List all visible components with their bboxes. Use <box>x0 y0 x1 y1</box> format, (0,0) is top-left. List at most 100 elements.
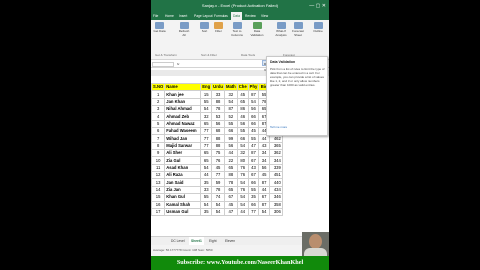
table-cell[interactable]: 33 <box>200 185 213 195</box>
table-cell[interactable]: 54 <box>236 178 249 187</box>
table-cell[interactable]: 22 <box>223 156 238 165</box>
table-cell[interactable]: 7 <box>151 134 166 143</box>
tab-formulas[interactable]: Formulas <box>214 12 228 20</box>
tab-insert[interactable]: Insert <box>179 12 187 20</box>
table-cell[interactable]: Ali Raza <box>164 171 202 180</box>
table-cell[interactable]: 33 <box>211 90 225 99</box>
table-cell[interactable]: 55 <box>247 134 260 143</box>
table-cell[interactable]: 65 <box>200 156 213 165</box>
table-cell[interactable]: 78 <box>211 105 225 114</box>
table-cell[interactable]: 68 <box>211 127 225 136</box>
header-eng[interactable]: Eng <box>200 82 213 92</box>
table-cell[interactable]: 32 <box>236 149 249 158</box>
table-cell[interactable]: 43 <box>247 163 260 173</box>
table-cell[interactable]: 87 <box>247 149 260 158</box>
tab-review[interactable]: Review <box>245 12 256 20</box>
table-cell[interactable]: 2 <box>151 97 166 107</box>
header-sno[interactable]: S.NO <box>151 82 166 92</box>
tab-file[interactable]: File <box>153 12 158 20</box>
table-cell[interactable]: Jan Said <box>164 178 202 187</box>
table-cell[interactable]: 344 <box>268 156 283 165</box>
table-cell[interactable]: 66 <box>247 112 260 121</box>
table-cell[interactable]: 362 <box>268 149 283 158</box>
table-cell[interactable]: 75 <box>211 149 225 158</box>
table-cell[interactable]: 76 <box>236 163 249 173</box>
header-che[interactable]: Che <box>236 82 249 92</box>
fx-icon[interactable]: fx <box>177 61 179 68</box>
table-cell[interactable]: 45 <box>211 163 225 173</box>
text-to-columns-button[interactable]: Text to Columns <box>230 22 244 37</box>
table-cell[interactable]: Khan Gul <box>164 193 202 202</box>
table-cell[interactable]: 54 <box>236 193 249 202</box>
table-cell[interactable]: 77 <box>247 207 260 217</box>
sort-button[interactable]: Sort <box>199 22 210 34</box>
table-cell[interactable]: 306 <box>268 207 283 217</box>
table-cell[interactable]: 10 <box>151 156 166 165</box>
table-cell[interactable]: 77 <box>200 127 213 136</box>
table-cell[interactable]: 54 <box>236 141 249 151</box>
header-urdu[interactable]: Urdu <box>211 82 225 92</box>
tab-data[interactable]: Data <box>231 12 242 20</box>
table-cell[interactable]: 88 <box>211 134 225 143</box>
table-cell[interactable]: Nihal Ahmad <box>164 105 202 114</box>
table-cell[interactable]: 35 <box>247 193 260 202</box>
table-cell[interactable]: 88 <box>211 97 225 107</box>
table-cell[interactable]: 32 <box>200 112 213 121</box>
table-cell[interactable]: 54 <box>223 97 238 107</box>
table-cell[interactable]: Zia Jan <box>164 185 202 195</box>
table-cell[interactable]: 45 <box>247 127 260 136</box>
header-phy[interactable]: Phy <box>247 82 260 92</box>
tab-page-layout[interactable]: Page Layout <box>194 12 213 20</box>
table-cell[interactable]: 11 <box>151 163 166 173</box>
table-cell[interactable]: Zia Gul <box>164 156 202 165</box>
table-cell[interactable]: 67 <box>258 193 270 202</box>
table-cell[interactable]: 16 <box>151 200 166 209</box>
table-cell[interactable]: 339 <box>268 163 283 173</box>
table-cell[interactable]: 55 <box>236 127 249 136</box>
table-cell[interactable]: 87 <box>258 200 270 209</box>
table-cell[interactable]: 365 <box>268 141 283 151</box>
table-cell[interactable]: 54 <box>200 105 213 114</box>
table-cell[interactable]: 434 <box>268 185 283 195</box>
table-cell[interactable]: 45 <box>223 200 238 209</box>
table-cell[interactable]: 44 <box>200 171 213 180</box>
table-cell[interactable]: 12 <box>151 171 166 180</box>
table-cell[interactable]: Kamal Shah <box>164 200 202 209</box>
table-cell[interactable]: 77 <box>200 141 213 151</box>
refresh-all-button[interactable]: Refresh All <box>177 22 191 37</box>
table-cell[interactable]: 358 <box>268 200 283 209</box>
table-cell[interactable]: 78 <box>211 185 225 195</box>
table-cell[interactable]: 76 <box>236 171 249 180</box>
window-controls[interactable]: — ▢ ✕ <box>309 0 326 12</box>
table-cell[interactable]: Ali Sher <box>164 149 202 158</box>
table-cell[interactable]: Jan Khan <box>164 97 202 107</box>
table-cell[interactable]: Khan jee <box>164 90 202 99</box>
data-validation-button[interactable]: Data Validation <box>250 22 264 37</box>
table-cell[interactable]: Majid Sarwar <box>164 141 202 151</box>
table-cell[interactable]: 44 <box>223 149 238 158</box>
header-name[interactable]: Name <box>164 82 202 92</box>
table-cell[interactable]: 65 <box>223 185 238 195</box>
table-cell[interactable]: 346 <box>268 193 283 202</box>
table-cell[interactable]: 54 <box>258 207 270 217</box>
table-cell[interactable]: 14 <box>151 185 166 195</box>
table-cell[interactable]: 4 <box>151 112 166 121</box>
tab-view[interactable]: View <box>261 12 268 20</box>
tab-home[interactable]: Home <box>165 12 174 20</box>
table-cell[interactable]: 66 <box>247 119 260 129</box>
table-cell[interactable]: 67 <box>223 193 238 202</box>
table-cell[interactable]: 65 <box>200 149 213 158</box>
tell-me-more-link[interactable]: Tell me more <box>270 125 287 129</box>
table-cell[interactable]: 54 <box>247 97 260 107</box>
table-cell[interactable]: 32 <box>223 90 238 99</box>
table-cell[interactable]: Wihad Jan <box>164 134 202 143</box>
table-cell[interactable]: 86 <box>236 105 249 114</box>
table-cell[interactable]: 87 <box>258 178 270 187</box>
table-cell[interactable]: 76 <box>236 185 249 195</box>
table-cell[interactable]: 55 <box>223 119 238 129</box>
table-cell[interactable]: 54 <box>236 200 249 209</box>
table-cell[interactable]: 55 <box>200 193 213 202</box>
table-cell[interactable]: 65 <box>236 97 249 107</box>
table-cell[interactable]: 52 <box>223 112 238 121</box>
table-cell[interactable]: 66 <box>247 200 260 209</box>
